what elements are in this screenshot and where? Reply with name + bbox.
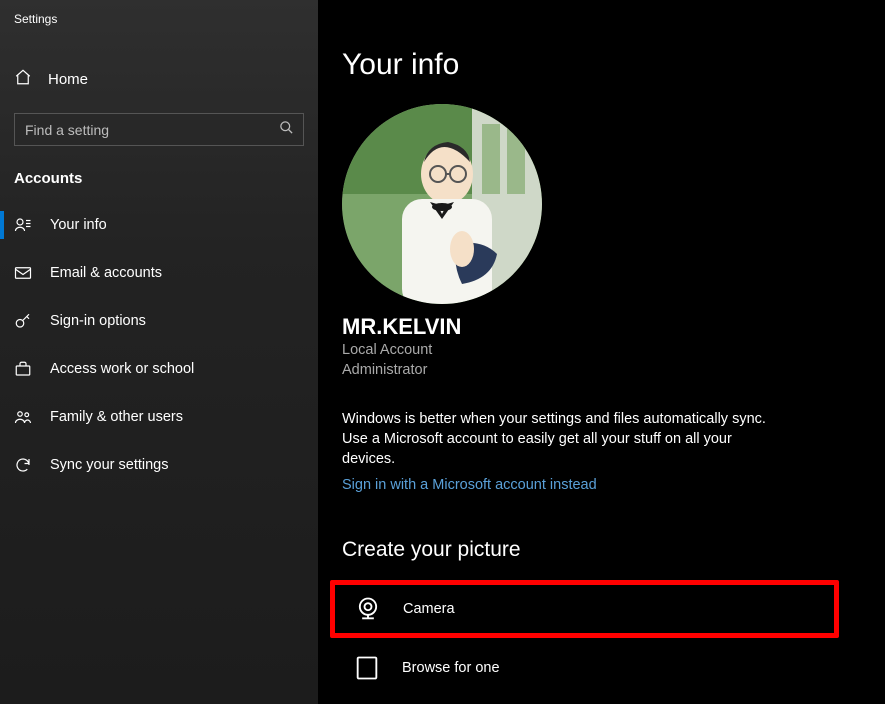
content: Your info	[318, 0, 885, 704]
account-role: Administrator	[342, 360, 861, 380]
sidebar-item-label: Your info	[50, 217, 107, 233]
key-icon	[14, 312, 32, 330]
sidebar-item-label: Family & other users	[50, 409, 183, 425]
sidebar-item-label: Access work or school	[50, 361, 194, 377]
username: MR.KELVIN	[342, 314, 861, 340]
search	[14, 113, 304, 146]
sidebar-item-label: Email & accounts	[50, 265, 162, 281]
home-label: Home	[48, 71, 88, 88]
sidebar-item-your-info[interactable]: Your info	[0, 201, 318, 249]
briefcase-icon	[14, 360, 32, 378]
sync-icon	[14, 456, 32, 474]
create-picture-heading: Create your picture	[342, 538, 861, 562]
sidebar-item-email-accounts[interactable]: Email & accounts	[0, 249, 318, 297]
sidebar-item-family-users[interactable]: Family & other users	[0, 393, 318, 441]
browse-option[interactable]: Browse for one	[342, 644, 861, 692]
sidebar-item-access-work-school[interactable]: Access work or school	[0, 345, 318, 393]
sidebar-item-label: Sync your settings	[50, 457, 168, 473]
browse-label: Browse for one	[402, 660, 500, 676]
search-input[interactable]	[14, 113, 304, 146]
camera-option[interactable]: Camera	[330, 580, 839, 638]
camera-icon	[351, 595, 385, 623]
browse-icon	[350, 654, 384, 682]
sidebar-item-label: Sign-in options	[50, 313, 146, 329]
person-card-icon	[14, 216, 32, 234]
sidebar: Settings Home Accounts Your info Email &…	[0, 0, 318, 704]
mail-icon	[14, 264, 32, 282]
home-icon	[14, 68, 32, 91]
microsoft-account-link[interactable]: Sign in with a Microsoft account instead	[342, 477, 597, 493]
sync-description: Windows is better when your settings and…	[342, 409, 782, 470]
camera-label: Camera	[403, 601, 455, 617]
sidebar-item-sync-settings[interactable]: Sync your settings	[0, 441, 318, 489]
home-nav[interactable]: Home	[0, 56, 318, 103]
search-icon	[279, 120, 294, 140]
avatar	[342, 104, 542, 304]
page-title: Your info	[342, 48, 861, 82]
app-title: Settings	[0, 0, 318, 36]
account-type: Local Account	[342, 340, 861, 360]
people-icon	[14, 408, 32, 426]
section-header: Accounts	[0, 164, 318, 201]
sidebar-item-signin-options[interactable]: Sign-in options	[0, 297, 318, 345]
